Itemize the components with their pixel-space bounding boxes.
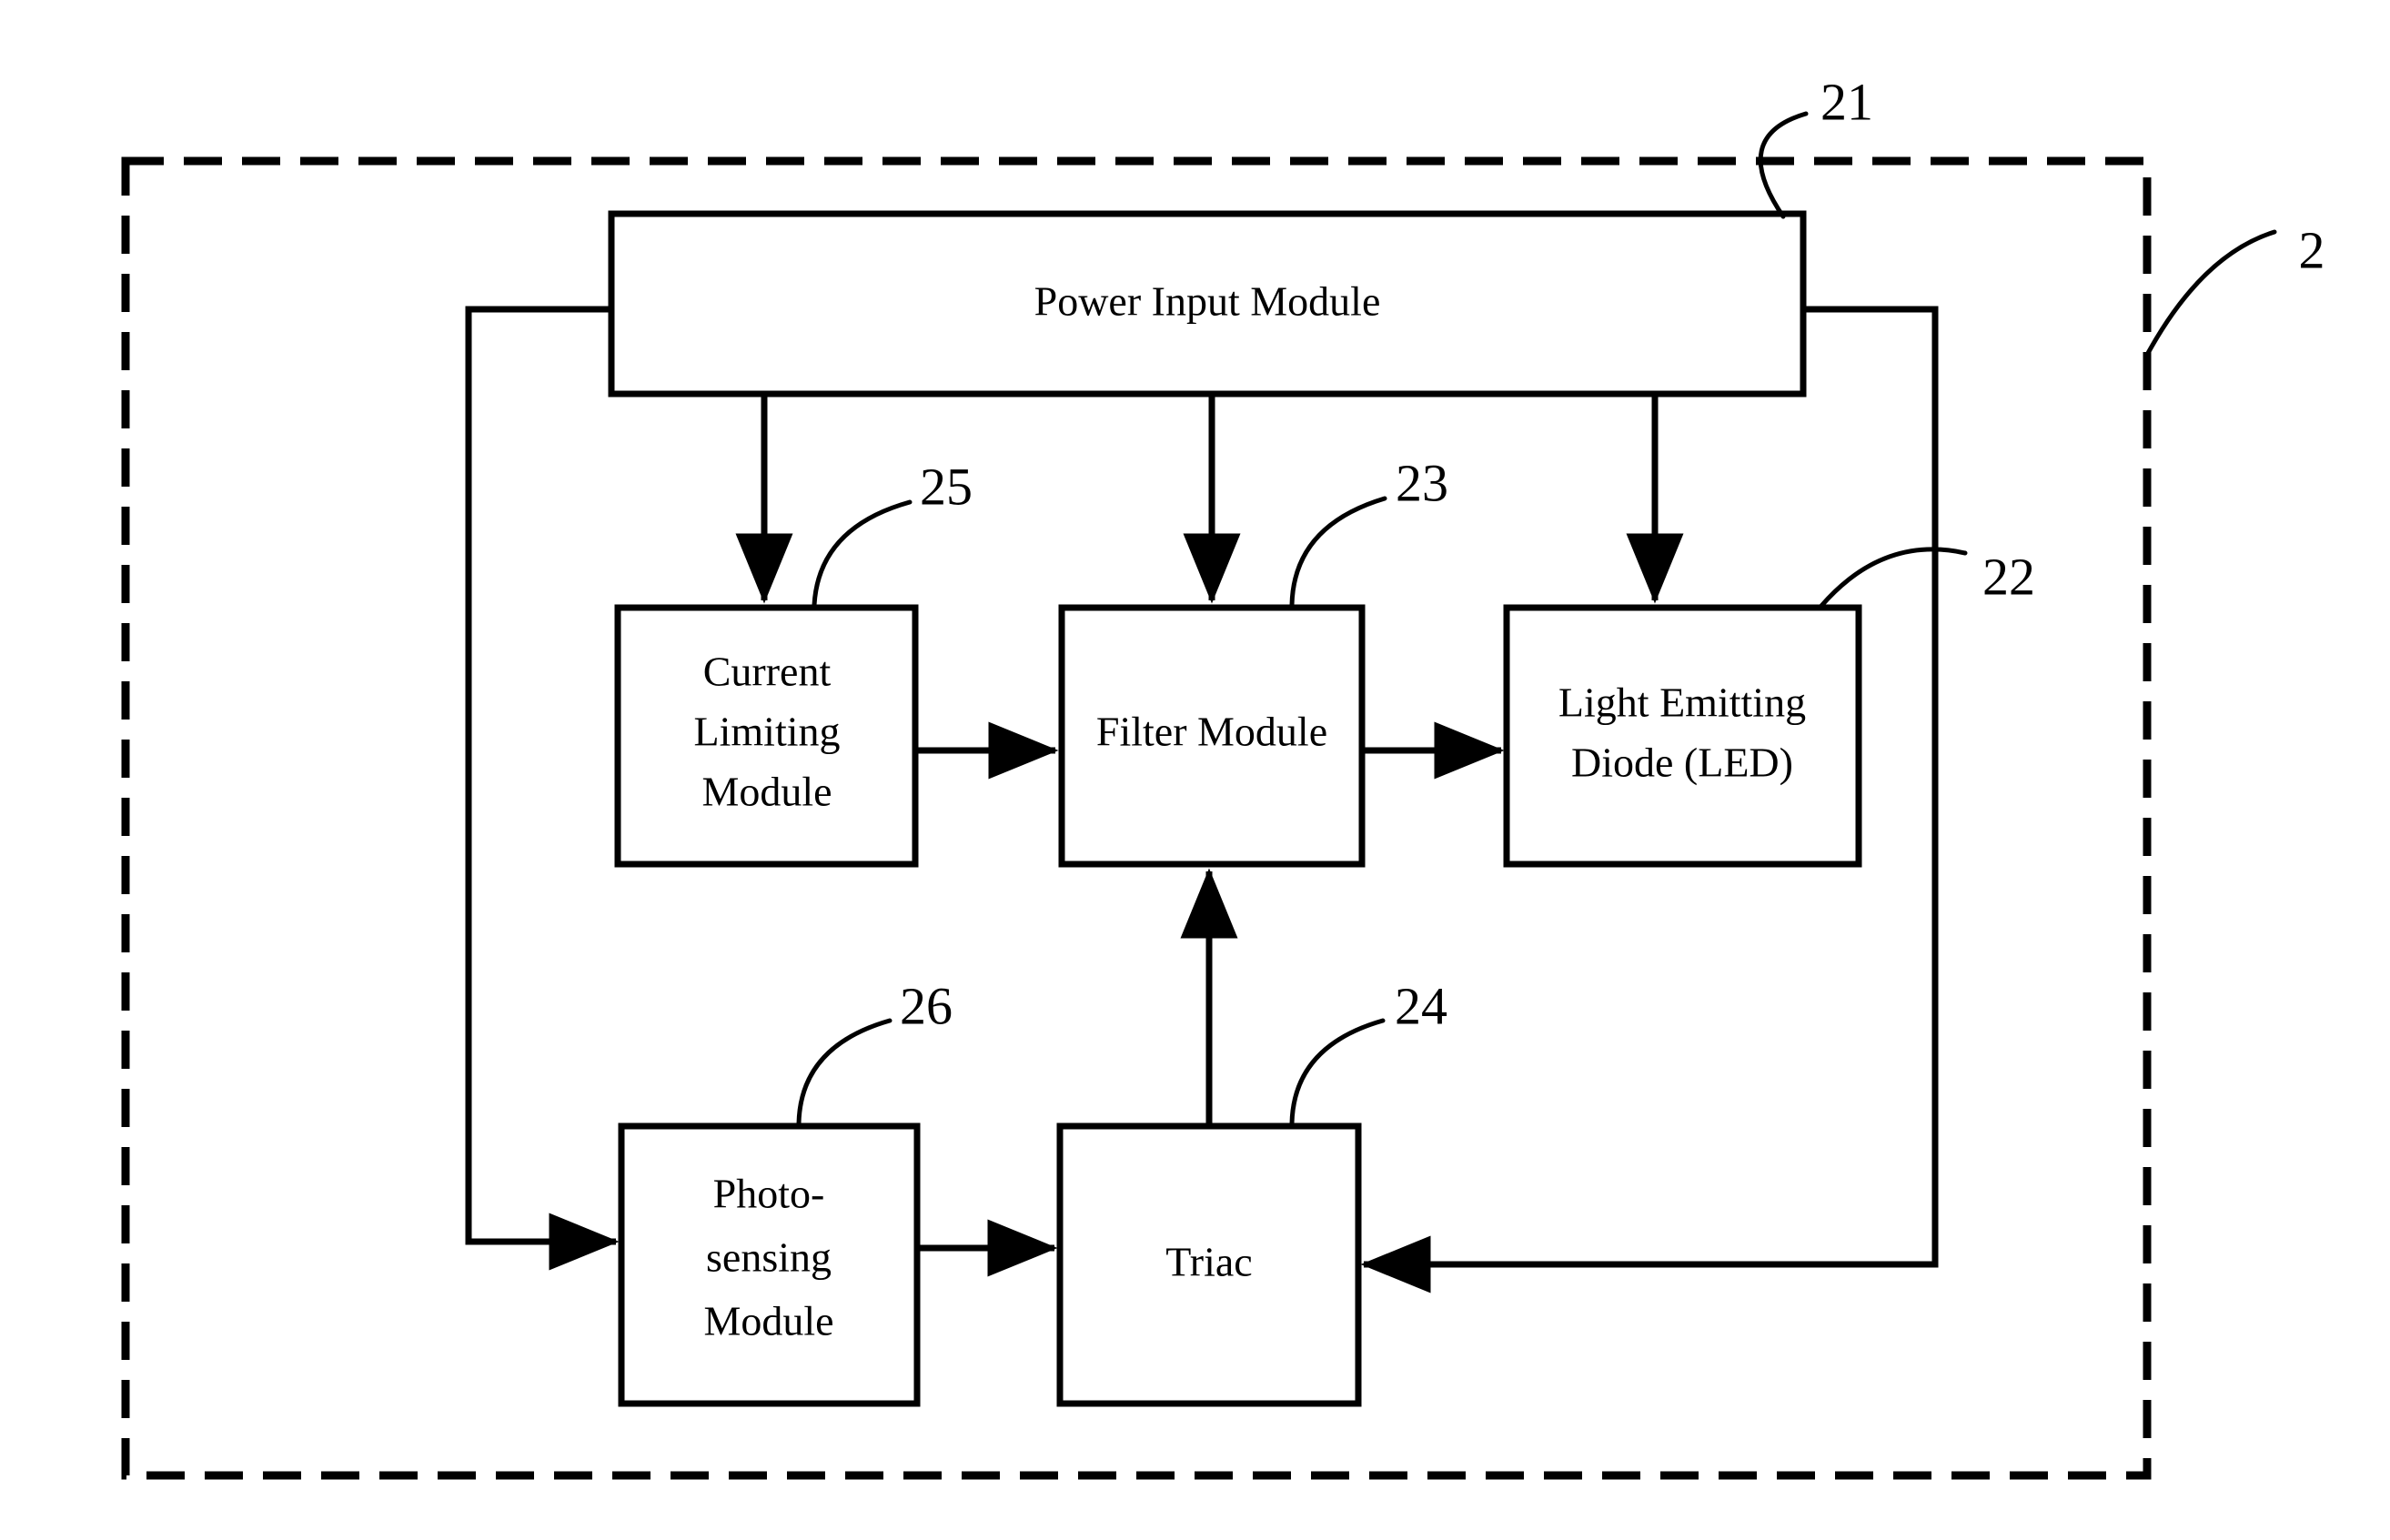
reference-numeral-light-emitting-diode: 22: [1982, 547, 2035, 606]
figure-canvas: 2 Power Input Module 21 Current Limiting…: [0, 0, 2390, 1540]
leader-line-filter-module: [1289, 496, 1387, 608]
leader-line-current-limiting-module: [812, 499, 913, 608]
block-label-filter-module: Filter Module: [1096, 709, 1327, 755]
block-label-photo-sensing-line2: sensing: [706, 1234, 832, 1281]
block-label-current-limiting-line2: Limiting: [694, 709, 841, 755]
reference-numeral-triac: 24: [1395, 976, 1447, 1035]
reference-numeral-filter-module: 23: [1396, 453, 1448, 512]
block-label-current-limiting-line3: Module: [701, 769, 832, 815]
block-label-triac: Triac: [1165, 1239, 1252, 1285]
reference-numeral-current-limiting-module: 25: [920, 457, 973, 516]
block-label-current-limiting-line1: Current: [703, 649, 832, 695]
reference-numeral-photo-sensing-module: 26: [900, 976, 953, 1035]
block-label-led-line2: Diode (LED): [1571, 740, 1793, 786]
block-label-led-line1: Light Emitting: [1558, 679, 1806, 726]
reference-numeral-power-input-module: 21: [1820, 72, 1873, 131]
reference-numeral-enclosure: 2: [2299, 220, 2325, 279]
leader-line-triac: [1289, 1018, 1386, 1126]
leader-line-light-emitting-diode: [1819, 547, 1968, 609]
wire-power-to-photo-sensing: [465, 306, 620, 1271]
block-light-emitting-diode: [1503, 604, 1862, 868]
leader-line-photo-sensing-module: [796, 1018, 892, 1126]
block-label-power-input-module: Power Input Module: [1034, 278, 1381, 325]
block-diagram: 2 Power Input Module 21 Current Limiting…: [121, 72, 2325, 1480]
leader-line-enclosure: [2144, 229, 2277, 357]
block-label-photo-sensing-line3: Module: [703, 1298, 833, 1344]
block-label-photo-sensing-line1: Photo-: [713, 1171, 825, 1217]
